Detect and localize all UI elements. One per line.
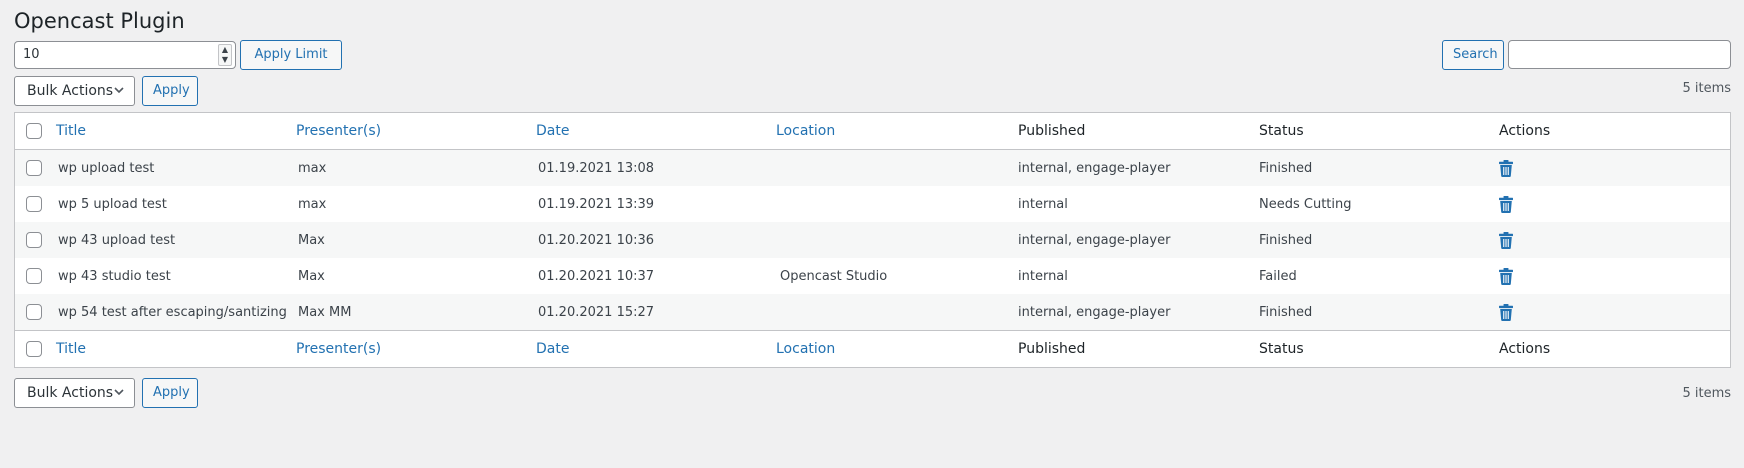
apply-button-top[interactable]: Apply: [142, 76, 198, 106]
row-title: wp 5 upload test: [58, 196, 167, 212]
row-presenters: Max: [298, 232, 325, 248]
table-footer-row: Title Presenter(s) Date Location Publish…: [15, 330, 1730, 367]
column-footer-date[interactable]: Date: [536, 331, 569, 367]
items-count-bottom: 5 items: [1682, 386, 1731, 401]
chevron-down-icon: [113, 77, 125, 115]
row-date: 01.20.2021 15:27: [538, 304, 655, 320]
chevron-down-icon: [113, 379, 125, 417]
row-presenters: Max MM: [298, 304, 352, 320]
table-row: wp 43 studio test Max 01.20.2021 10:37 O…: [15, 258, 1730, 294]
table-header-row: Title Presenter(s) Date Location Publish…: [15, 113, 1730, 150]
row-presenters: max: [298, 160, 327, 176]
column-footer-status: Status: [1259, 341, 1304, 357]
search-button[interactable]: Search: [1442, 40, 1504, 70]
row-published: internal, engage-player: [1018, 160, 1171, 176]
row-status: Finished: [1259, 232, 1313, 248]
row-title: wp upload test: [58, 160, 155, 176]
bulk-actions-select-top[interactable]: Bulk Actions: [14, 76, 135, 106]
table-row: wp 5 upload test max 01.19.2021 13:39 in…: [15, 186, 1730, 222]
page-title: Opencast Plugin: [14, 9, 185, 33]
row-status: Failed: [1259, 268, 1297, 284]
row-location: Opencast Studio: [780, 268, 888, 284]
apply-button-bottom[interactable]: Apply: [142, 378, 198, 408]
number-spinner-icon[interactable]: ▲ ▼: [218, 44, 232, 66]
column-footer-actions: Actions: [1499, 341, 1551, 357]
select-all-checkbox-footer[interactable]: [26, 341, 42, 357]
row-checkbox[interactable]: [26, 232, 42, 248]
items-count-top: 5 items: [1682, 81, 1731, 96]
column-footer-location[interactable]: Location: [776, 331, 835, 367]
trash-icon[interactable]: [1499, 195, 1513, 213]
column-header-title[interactable]: Title: [56, 113, 86, 149]
trash-icon[interactable]: [1499, 231, 1513, 249]
row-date: 01.19.2021 13:39: [538, 196, 655, 212]
column-header-published: Published: [1018, 123, 1086, 139]
row-checkbox[interactable]: [26, 196, 42, 212]
row-published: internal, engage-player: [1018, 232, 1171, 248]
select-all-checkbox[interactable]: [26, 123, 42, 139]
events-table: Title Presenter(s) Date Location Publish…: [14, 112, 1731, 368]
limit-input[interactable]: 10 ▲ ▼: [14, 41, 236, 69]
search-input[interactable]: [1508, 40, 1731, 69]
limit-value: 10: [23, 47, 40, 62]
row-title: wp 54 test after escaping/santizing: [58, 304, 287, 320]
column-header-presenters[interactable]: Presenter(s): [296, 113, 381, 149]
row-title: wp 43 upload test: [58, 232, 176, 248]
bulk-actions-label: Bulk Actions: [27, 83, 114, 99]
column-footer-published: Published: [1018, 341, 1086, 357]
table-row: wp upload test max 01.19.2021 13:08 inte…: [15, 150, 1730, 186]
row-status: Needs Cutting: [1259, 196, 1352, 212]
table-row: wp 54 test after escaping/santizing Max …: [15, 294, 1730, 330]
trash-icon[interactable]: [1499, 159, 1513, 177]
row-checkbox[interactable]: [26, 268, 42, 284]
table-row: wp 43 upload test Max 01.20.2021 10:36 i…: [15, 222, 1730, 258]
bulk-actions-select-bottom[interactable]: Bulk Actions: [14, 378, 135, 408]
apply-limit-button[interactable]: Apply Limit: [240, 40, 342, 70]
row-status: Finished: [1259, 160, 1313, 176]
column-header-location[interactable]: Location: [776, 113, 835, 149]
column-header-date[interactable]: Date: [536, 113, 569, 149]
trash-icon[interactable]: [1499, 303, 1513, 321]
column-footer-presenters[interactable]: Presenter(s): [296, 331, 381, 367]
column-header-actions: Actions: [1499, 123, 1551, 139]
row-published: internal: [1018, 196, 1068, 212]
column-footer-title[interactable]: Title: [56, 331, 86, 367]
row-status: Finished: [1259, 304, 1313, 320]
column-header-status: Status: [1259, 123, 1304, 139]
row-checkbox[interactable]: [26, 304, 42, 320]
row-date: 01.20.2021 10:37: [538, 268, 655, 284]
row-date: 01.19.2021 13:08: [538, 160, 655, 176]
row-published: internal: [1018, 268, 1068, 284]
row-checkbox[interactable]: [26, 160, 42, 176]
row-date: 01.20.2021 10:36: [538, 232, 655, 248]
row-presenters: Max: [298, 268, 325, 284]
row-title: wp 43 studio test: [58, 268, 171, 284]
row-presenters: max: [298, 196, 327, 212]
trash-icon[interactable]: [1499, 267, 1513, 285]
row-published: internal, engage-player: [1018, 304, 1171, 320]
bulk-actions-label: Bulk Actions: [27, 385, 114, 401]
